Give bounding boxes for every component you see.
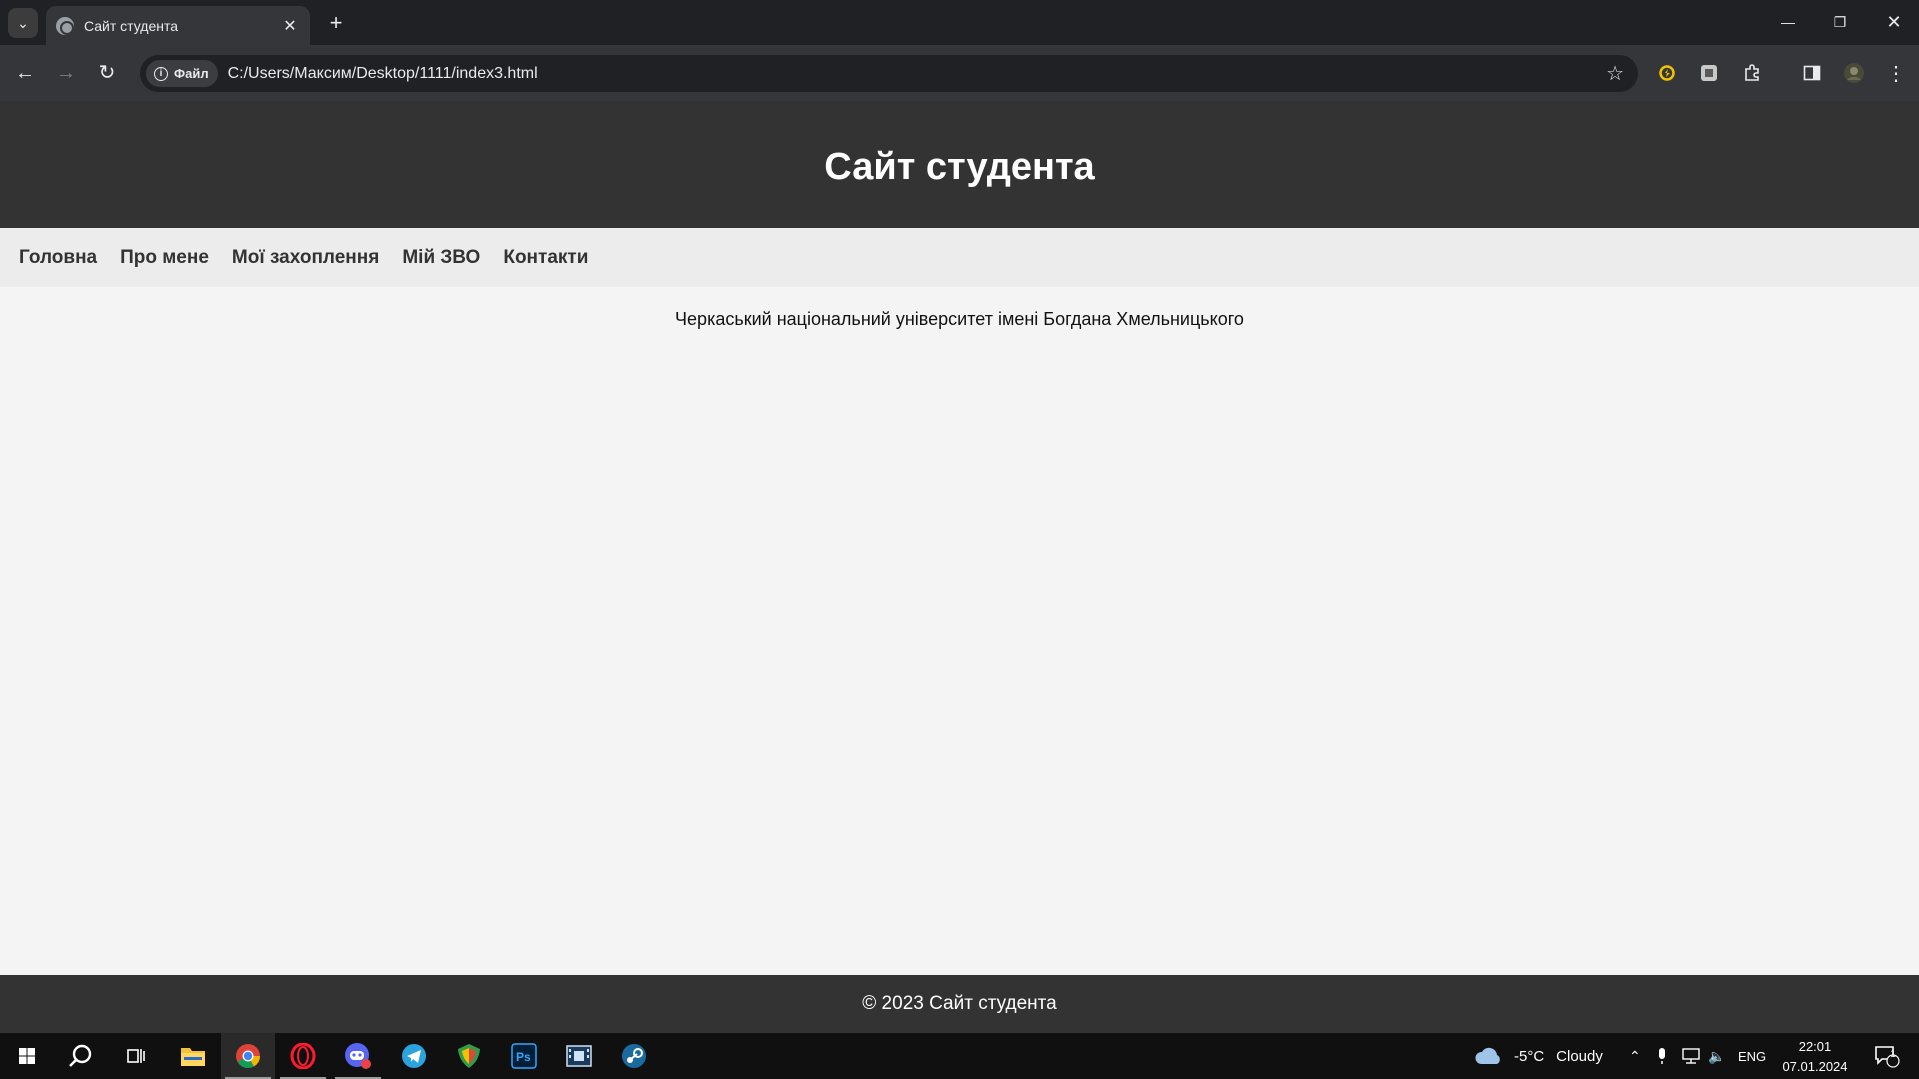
task-view-icon[interactable] [109,1033,163,1079]
search-icon[interactable] [54,1033,108,1079]
cloud-icon [1475,1047,1500,1064]
windows-start-icon[interactable] [0,1033,54,1079]
info-icon: i [154,66,168,81]
discord-icon[interactable] [331,1033,385,1079]
university-name-text: Черкаський національний університет імен… [675,309,1244,329]
nav-link-contacts[interactable]: Контакти [503,247,588,269]
nav-link-about[interactable]: Про мене [120,247,209,269]
browser-toolbar: ← → ↻ i Файл C:/Users/Максим/Desktop/111… [0,45,1919,101]
language-indicator[interactable]: ENG [1738,1033,1766,1079]
bookmark-star-icon[interactable]: ☆ [1606,61,1624,86]
weather-condition: Cloudy [1556,1047,1603,1065]
tray-overflow-chevron-icon[interactable]: ⌃ [1629,1033,1641,1079]
windows-taskbar: Ps -5°C Cloudy ⌃ 🔈 ENG 22:01 07.01.2024 … [0,1033,1919,1079]
globe-icon [56,16,74,35]
telegram-icon[interactable] [387,1033,441,1079]
web-page: Сайт студента Головна Про мене Мої захоп… [0,101,1919,1033]
profile-avatar-icon[interactable] [1842,61,1866,85]
nav-link-university[interactable]: Мій ЗВО [402,247,480,269]
close-tab-icon[interactable]: ✕ [280,16,300,36]
nav-link-hobbies[interactable]: Мої захоплення [232,247,379,269]
tab-title: Сайт студента [84,17,179,34]
weather-temperature: -5°C [1514,1047,1545,1065]
browser-tab-bar: ⌄ Сайт студента ✕ + — ❐ ✕ [0,0,1919,45]
file-explorer-icon[interactable] [166,1033,220,1079]
green-shield-app-icon[interactable] [442,1033,496,1079]
url-text[interactable]: C:/Users/Максим/Desktop/1111/index3.html [228,65,1606,83]
site-footer: © 2023 Сайт студента [0,975,1919,1033]
forward-arrow-icon[interactable]: → [52,59,80,87]
volume-icon[interactable]: 🔈 [1708,1033,1725,1079]
chrome-icon[interactable] [221,1033,275,1079]
browser-tab[interactable]: Сайт студента ✕ [46,6,310,45]
minimize-icon[interactable]: — [1766,8,1810,36]
site-header: Сайт студента [0,101,1919,228]
page-title: Сайт студента [824,146,1095,188]
svg-text:Ps: Ps [516,1050,531,1064]
back-arrow-icon[interactable]: ← [11,59,39,87]
nav-link-home[interactable]: Головна [19,247,97,269]
notification-center-icon[interactable]: 1 [1874,1033,1900,1079]
address-bar[interactable]: i Файл C:/Users/Максим/Desktop/1111/inde… [140,55,1638,92]
video-editor-icon[interactable] [552,1033,606,1079]
photoshop-icon[interactable]: Ps [497,1033,551,1079]
reload-icon[interactable]: ↻ [93,59,121,87]
footer-copyright: © 2023 Сайт студента [862,993,1057,1014]
network-icon[interactable] [1681,1033,1701,1079]
new-tab-button[interactable]: + [322,10,350,38]
window-close-icon[interactable]: ✕ [1872,8,1916,36]
microphone-icon[interactable] [1655,1033,1669,1079]
clock-date: 07.01.2024 [1782,1059,1848,1074]
weather-widget[interactable]: -5°C Cloudy [1474,1033,1603,1079]
extension-yellow-icon[interactable] [1655,61,1679,85]
site-nav: Головна Про мене Мої захоплення Мій ЗВО … [0,228,1919,287]
notification-count: 1 [1890,1049,1896,1060]
site-info-chip[interactable]: i Файл [146,60,218,87]
site-chip-label: Файл [174,66,209,81]
tab-search-chevron-icon[interactable]: ⌄ [8,8,38,38]
clock-time: 22:01 [1798,1039,1832,1054]
restore-icon[interactable]: ❐ [1818,8,1862,36]
extensions-puzzle-icon[interactable] [1740,61,1764,85]
side-panel-icon[interactable] [1800,61,1824,85]
extension-puzzle-app-icon[interactable] [1697,61,1721,85]
browser-menu-icon[interactable]: ⋮ [1884,61,1908,85]
clock[interactable]: 22:01 07.01.2024 [1778,1037,1852,1077]
steam-icon[interactable] [607,1033,661,1079]
opera-icon[interactable] [276,1033,330,1079]
